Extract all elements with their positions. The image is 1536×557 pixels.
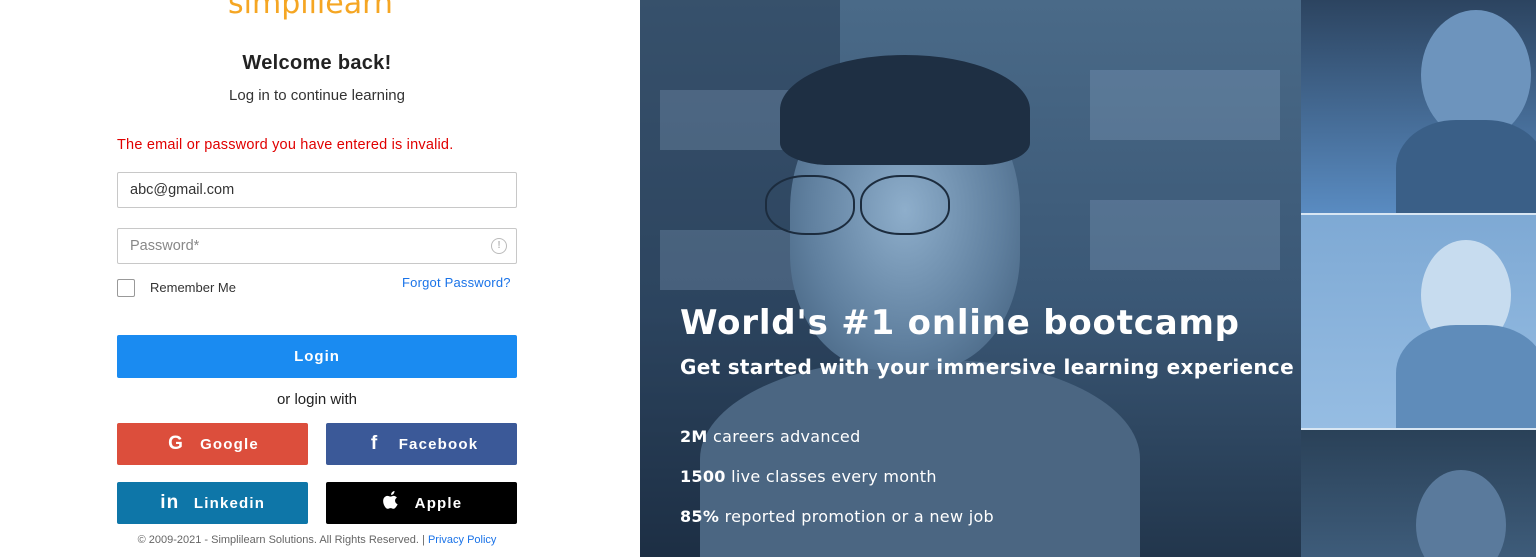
- simplilearn-logo: simplilearn: [228, 0, 393, 21]
- google-label: Google: [200, 435, 259, 453]
- remember-me-checkbox[interactable]: [117, 279, 135, 297]
- remember-me-label[interactable]: Remember Me: [150, 280, 236, 295]
- linkedin-in-icon: in: [160, 492, 180, 513]
- google-g-icon: G: [168, 433, 185, 454]
- promo-headline: World's #1 online bootcamp: [680, 303, 1240, 343]
- participant-video-tile: [1301, 215, 1536, 430]
- password-input[interactable]: [118, 229, 516, 263]
- error-message: The email or password you have entered i…: [117, 137, 454, 153]
- login-button[interactable]: Login: [117, 335, 517, 378]
- stat-item: 2M careers advanced: [680, 427, 861, 446]
- stat-label: live classes every month: [731, 467, 937, 486]
- promo-subheadline: Get started with your immersive learning…: [680, 355, 1294, 379]
- promo-panel: World's #1 online bootcamp Get started w…: [640, 0, 1536, 557]
- apple-logo-icon: [381, 491, 401, 515]
- forgot-password-link[interactable]: Forgot Password?: [402, 275, 511, 290]
- footer: © 2009-2021 - Simplilearn Solutions. All…: [0, 534, 634, 546]
- privacy-policy-link[interactable]: Privacy Policy: [428, 534, 496, 546]
- participant-video-tile: [1301, 0, 1536, 215]
- facebook-f-icon: f: [370, 433, 379, 454]
- stat-label: reported promotion or a new job: [724, 507, 995, 526]
- login-panel: simplilearn Welcome back! Log in to cont…: [0, 0, 640, 557]
- google-login-button[interactable]: G Google: [117, 423, 308, 465]
- facebook-login-button[interactable]: f Facebook: [326, 423, 517, 465]
- or-login-with-text: or login with: [276, 391, 358, 408]
- stat-value: 1500: [680, 467, 726, 486]
- stat-item: 85% reported promotion or a new job: [680, 507, 994, 526]
- stat-value: 2M: [680, 427, 708, 446]
- exclamation-circle-icon: !: [491, 238, 507, 254]
- stat-value: 85%: [680, 507, 720, 526]
- copyright-text: © 2009-2021 - Simplilearn Solutions. All…: [137, 534, 428, 546]
- page-title: Welcome back!: [242, 52, 392, 74]
- linkedin-login-button[interactable]: in Linkedin: [117, 482, 308, 524]
- stat-label: careers advanced: [713, 427, 861, 446]
- apple-login-button[interactable]: Apple: [326, 482, 517, 524]
- password-field-wrapper: !: [117, 228, 517, 264]
- linkedin-label: Linkedin: [193, 494, 266, 512]
- email-field-wrapper: [117, 172, 517, 208]
- stat-item: 1500 live classes every month: [680, 467, 937, 486]
- email-input[interactable]: [118, 173, 516, 207]
- page-subtitle: Log in to continue learning: [229, 87, 405, 104]
- participant-video-tile: [1301, 430, 1536, 557]
- facebook-label: Facebook: [398, 435, 479, 453]
- apple-label: Apple: [414, 494, 463, 512]
